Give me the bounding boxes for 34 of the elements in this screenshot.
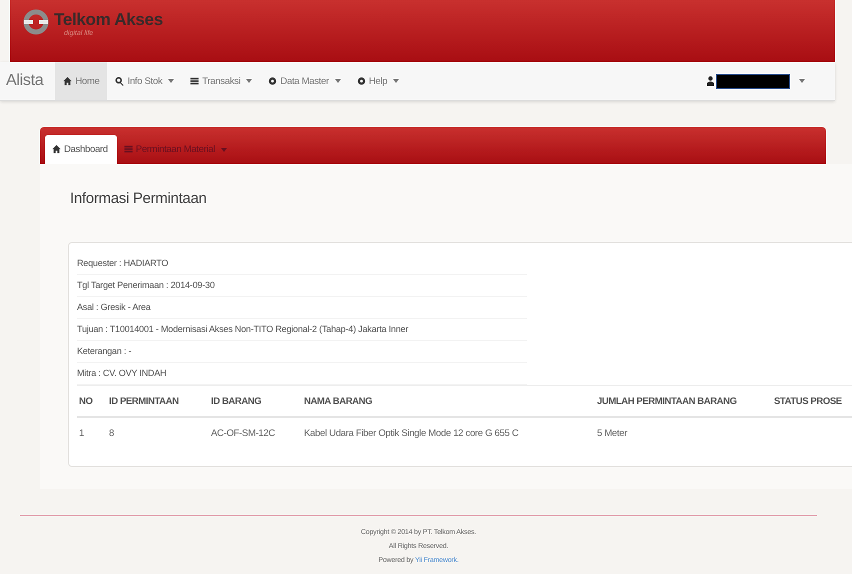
- nav-menu-item[interactable]: Data Master: [260, 62, 349, 100]
- column-header: JUMLAH PERMINTAAN BARANG: [597, 396, 738, 406]
- logo-icon: [22, 8, 50, 36]
- search-icon: [115, 76, 124, 86]
- column-header: ID PERMINTAAN: [109, 396, 180, 406]
- detail-text: Tgl Target Penerimaan : 2014-09-30: [77, 275, 527, 297]
- caret-icon[interactable]: [799, 79, 805, 83]
- table-cell-text: Kabel Udara Fiber Optik Single Mode 12 core G 655 C: [304, 428, 520, 438]
- brand-name: Telkom Akses: [54, 10, 163, 30]
- table-cell-text: 8: [109, 428, 115, 438]
- table-cell-text: 1: [79, 428, 85, 438]
- table-cell-text: AC-OF-SM-12C: [211, 428, 276, 438]
- detail-text: Requester : HADIARTO: [77, 253, 527, 275]
- home-icon: [52, 145, 61, 154]
- column-header: NO: [79, 396, 94, 406]
- detail-text: Asal : Gresik - Area: [77, 297, 527, 319]
- home-icon: [63, 76, 72, 86]
- column-header: ID BARANG: [211, 396, 262, 406]
- tab[interactable]: Dashboard: [45, 135, 117, 164]
- nav-menu-item[interactable]: Info Stok: [107, 62, 182, 100]
- table-cell-text: 5 Meter: [597, 428, 628, 438]
- detail-text: Tujuan : T10014001 - Modernisasi Akses Non-TITO Regional-2 (Tahap-4) Jakarta Inner: [77, 319, 527, 341]
- column-header: STATUS PROSE: [774, 396, 843, 406]
- nav-menu-item[interactable]: Transaksi: [182, 62, 260, 100]
- user-icon: [707, 76, 714, 86]
- nav-menu-item[interactable]: Help: [348, 62, 408, 100]
- detail-text: Keterangan : -: [77, 341, 527, 363]
- nav-menu-item[interactable]: Home: [55, 62, 108, 100]
- list-icon: [190, 76, 200, 86]
- list-icon: [124, 145, 133, 154]
- app-name-link[interactable]: Alista: [0, 62, 56, 100]
- section-title: Informasi Permintaan: [70, 190, 208, 209]
- column-header: NAMA BARANG: [304, 396, 374, 406]
- detail-text: Mitra : CV. OVY INDAH: [77, 363, 527, 385]
